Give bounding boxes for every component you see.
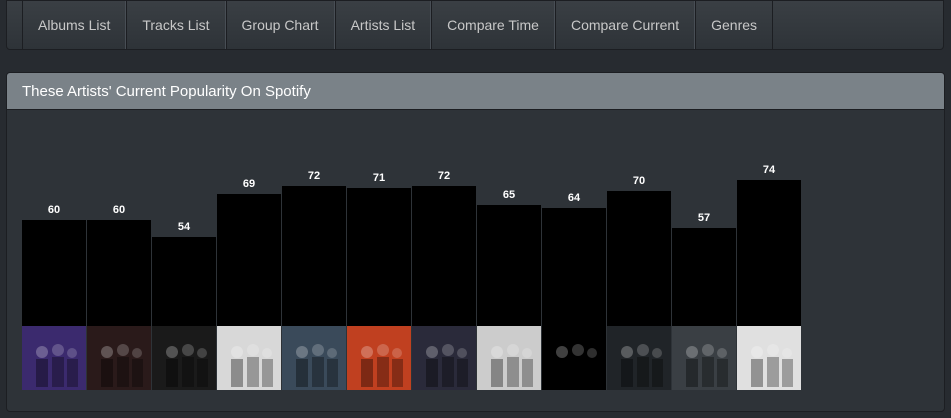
nav-group-chart[interactable]: Group Chart xyxy=(225,1,335,49)
artist-image xyxy=(282,326,346,390)
nav-genres[interactable]: Genres xyxy=(695,1,774,49)
nav-albums-list[interactable]: Albums List xyxy=(22,1,127,49)
top-navbar: Albums List Tracks List Group Chart Arti… xyxy=(6,0,944,50)
panel-title: These Artists' Current Popularity On Spo… xyxy=(7,73,944,110)
bar-value-label: 74 xyxy=(762,164,776,176)
artist-image xyxy=(477,326,541,390)
bar-value-label: 65 xyxy=(502,189,516,201)
bar-value-label: 70 xyxy=(632,175,646,187)
artist-image xyxy=(737,326,801,390)
bar-value-label: 64 xyxy=(567,192,581,204)
artist-image xyxy=(217,326,281,390)
artist-image xyxy=(672,326,736,390)
nav-tracks-list[interactable]: Tracks List xyxy=(126,1,226,49)
artist-image xyxy=(542,326,606,390)
nav-compare-time[interactable]: Compare Time xyxy=(431,1,555,49)
bar-value-label: 72 xyxy=(437,170,451,182)
bar-value-label: 54 xyxy=(177,221,191,233)
nav-compare-current[interactable]: Compare Current xyxy=(554,1,696,49)
artist-image xyxy=(22,326,86,390)
artist-image xyxy=(607,326,671,390)
bar-value-label: 69 xyxy=(242,178,256,190)
artist-image xyxy=(87,326,151,390)
bar-value-label: 57 xyxy=(697,212,711,224)
artist-image xyxy=(152,326,216,390)
nav-artists-list[interactable]: Artists List xyxy=(334,1,432,49)
bar-value-label: 72 xyxy=(307,170,321,182)
popularity-bar-chart: 60 60 54 69 72 71 72 65 64 70 57 74 xyxy=(22,110,942,410)
artist-image xyxy=(347,326,411,390)
bar-value-label: 71 xyxy=(372,172,386,184)
popularity-panel: These Artists' Current Popularity On Spo… xyxy=(6,72,945,412)
bar-value-label: 60 xyxy=(112,204,126,216)
artist-image xyxy=(412,326,476,390)
bar-value-label: 60 xyxy=(47,204,61,216)
